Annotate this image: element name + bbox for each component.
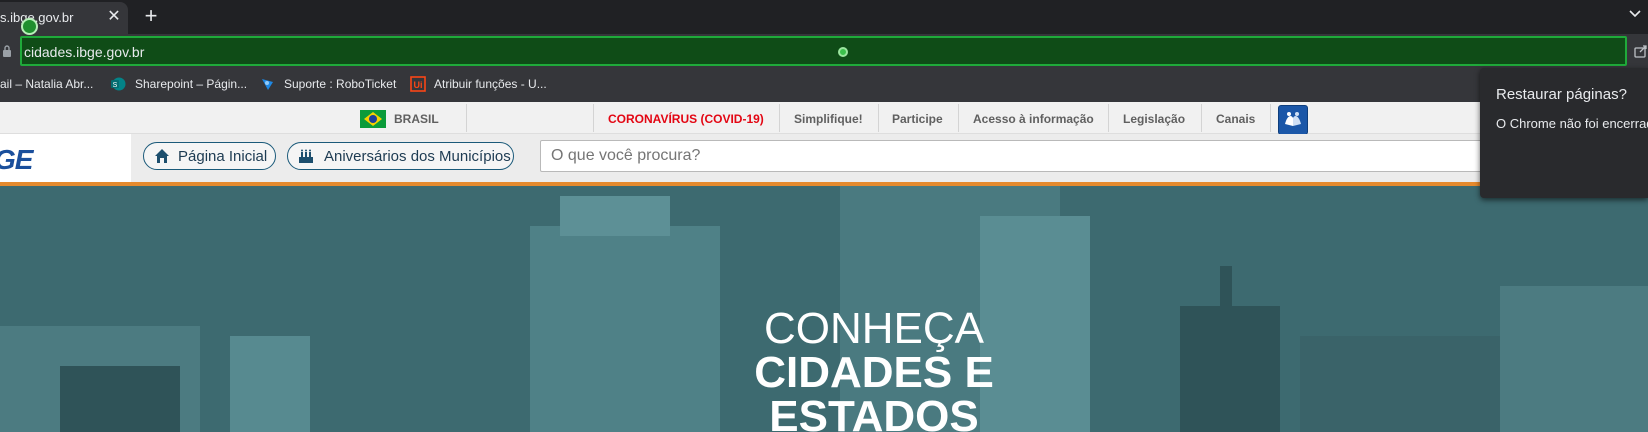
sharepoint-icon: S: [110, 76, 126, 92]
hero-banner: CONHEÇA CIDADES E ESTADOS: [0, 186, 1648, 432]
ibge-header: GE Página Inicial Aniversários dos Munic…: [0, 134, 1648, 182]
browser-tab[interactable]: s.ibge.gov.br ✕: [0, 2, 128, 34]
participe-link[interactable]: Participe: [892, 112, 943, 126]
browser-toolbar: cidades.ibge.gov.br: [0, 34, 1648, 68]
extension-dot-icon[interactable]: [838, 47, 848, 57]
url-text: cidades.ibge.gov.br: [24, 44, 145, 60]
tab-strip: s.ibge.gov.br ✕ +: [0, 0, 1648, 34]
tab-close-icon[interactable]: ✕: [106, 8, 122, 26]
new-tab-button[interactable]: +: [140, 5, 162, 28]
cake-icon: [298, 148, 314, 164]
bookmark-mail[interactable]: ail – Natalia Abr...: [0, 77, 93, 91]
svg-text:Ui: Ui: [414, 80, 423, 90]
home-icon: [154, 148, 170, 164]
brazil-flag-icon: [360, 110, 386, 128]
canais-link[interactable]: Canais: [1216, 112, 1255, 126]
bookmarks-bar: ail – Natalia Abr... S Sharepoint – Pági…: [0, 68, 1648, 102]
uipath-icon: Ui: [410, 76, 426, 92]
home-button-label: Página Inicial: [178, 148, 268, 165]
libras-accessibility-icon[interactable]: [1278, 105, 1308, 135]
search-input[interactable]: [551, 146, 1451, 166]
search-box: [540, 140, 1510, 172]
aniversarios-button[interactable]: Aniversários dos Municípios: [287, 142, 514, 170]
hero-title-line2: CIDADES E: [754, 348, 994, 397]
covid-link[interactable]: CORONAVÍRUS (COVID-19): [608, 112, 764, 126]
web-page: BRASIL CORONAVÍRUS (COVID-19) Simplifiqu…: [0, 102, 1648, 432]
address-bar[interactable]: cidades.ibge.gov.br: [20, 36, 1627, 66]
brasil-link[interactable]: BRASIL: [394, 112, 439, 126]
svg-text:S: S: [113, 82, 118, 89]
bookmark-roboticket[interactable]: Suporte : RoboTicket: [284, 77, 396, 91]
gov-bar: BRASIL CORONAVÍRUS (COVID-19) Simplifiqu…: [0, 102, 1648, 135]
home-button[interactable]: Página Inicial: [143, 142, 276, 170]
bookmark-uipath[interactable]: Atribuir funções - U...: [434, 77, 547, 91]
restore-pages-popup: Restaurar páginas? O Chrome não foi ence…: [1480, 68, 1648, 198]
simplifique-link[interactable]: Simplifique!: [794, 112, 863, 126]
ibge-logo[interactable]: GE: [0, 134, 131, 182]
legislacao-link[interactable]: Legislação: [1123, 112, 1185, 126]
hero-title-line1: CONHEÇA: [763, 304, 985, 353]
aniversarios-button-label: Aniversários dos Municípios: [324, 148, 511, 165]
ibge-logo-text: GE: [0, 144, 33, 175]
hero-title-line3: ESTADOS: [769, 392, 979, 432]
acesso-informacao-link[interactable]: Acesso à informação: [973, 112, 1094, 126]
tab-search-chevron-icon[interactable]: [1628, 6, 1642, 22]
green-check-icon: [21, 18, 38, 35]
restore-popup-body: O Chrome não foi encerrado: [1496, 116, 1648, 131]
roboticket-icon: [260, 76, 276, 92]
lock-icon[interactable]: [2, 44, 12, 57]
restore-popup-title: Restaurar páginas?: [1496, 86, 1627, 103]
bookmark-sharepoint[interactable]: Sharepoint – Págin...: [135, 77, 247, 91]
share-icon[interactable]: [1634, 44, 1648, 58]
